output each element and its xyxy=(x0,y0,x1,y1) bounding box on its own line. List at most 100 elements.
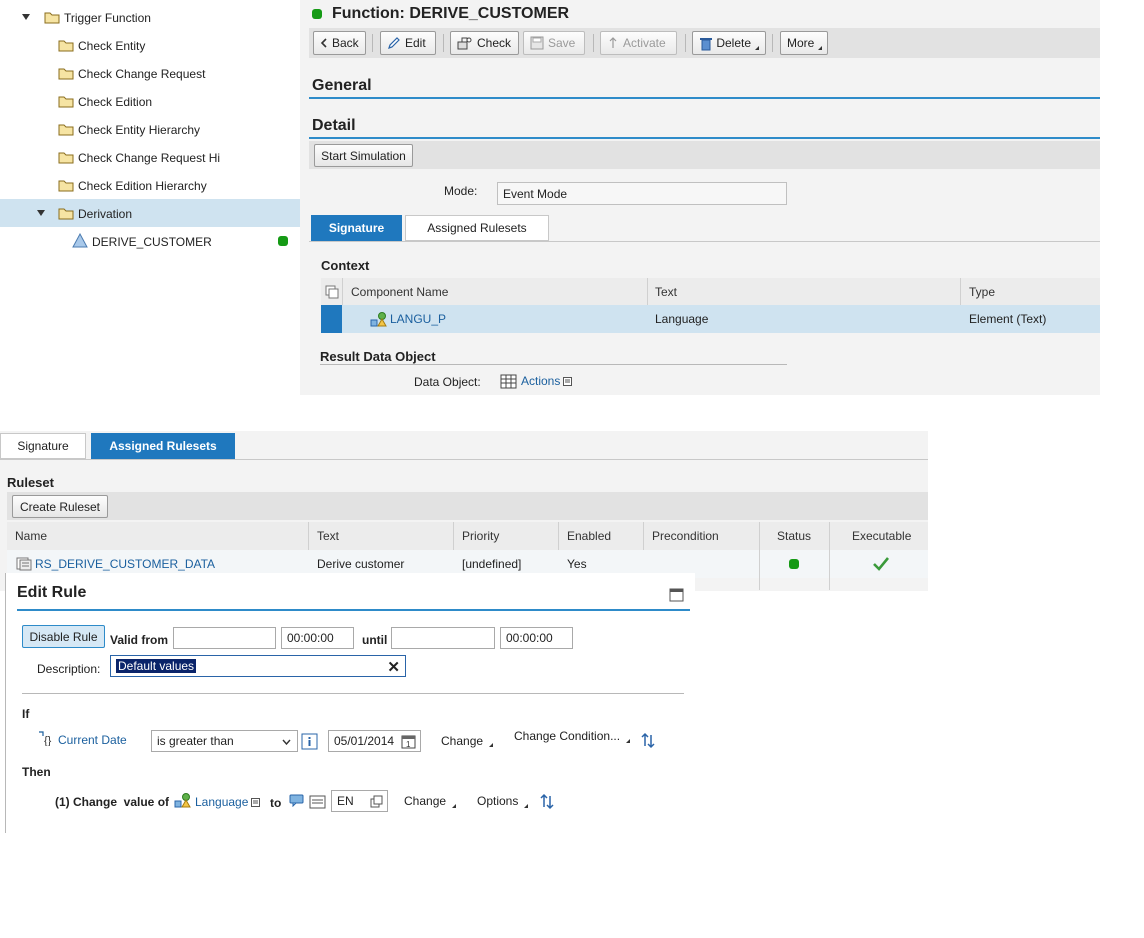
tab-signature[interactable]: Signature xyxy=(311,215,402,241)
tree-item-check-entity-hierarchy[interactable]: Check Entity Hierarchy xyxy=(0,115,300,143)
folder-icon xyxy=(58,124,74,136)
column-header-enabled[interactable]: Enabled xyxy=(559,522,611,550)
condition-date-field[interactable]: 05/01/2014 1 xyxy=(328,730,421,752)
tab-assigned-rulesets[interactable]: Assigned Rulesets xyxy=(405,215,549,241)
save-button-label: Save xyxy=(548,36,576,50)
details-menu-icon[interactable] xyxy=(563,377,573,387)
component-text-cell: Language xyxy=(655,312,709,326)
delete-button-label: Delete xyxy=(716,36,751,50)
disable-rule-button[interactable]: Disable Rule xyxy=(22,625,105,648)
expand-arrow-icon[interactable] xyxy=(22,14,30,20)
edit-button[interactable]: Edit xyxy=(380,31,436,55)
value-type-icon[interactable] xyxy=(309,795,326,809)
save-button[interactable]: Save xyxy=(523,31,585,55)
column-header-status[interactable]: Status xyxy=(769,522,811,550)
tree-item-derive-customer[interactable]: DERIVE_CUSTOMER xyxy=(0,227,300,255)
mode-field[interactable]: Event Mode xyxy=(497,182,787,205)
status-active-icon xyxy=(312,9,322,19)
tree-item-label: DERIVE_CUSTOMER xyxy=(92,235,212,249)
column-header-type[interactable]: Type xyxy=(961,278,995,305)
action-value-field[interactable]: EN xyxy=(331,790,388,812)
table-row[interactable]: LANGU_P Language Element (Text) xyxy=(321,305,1100,333)
until-time-field[interactable]: 00:00:00 xyxy=(500,627,573,649)
tree-item-label: Trigger Function xyxy=(64,11,151,25)
maximize-icon[interactable] xyxy=(669,588,684,602)
tree-item-label: Check Change Request Hi xyxy=(78,151,221,165)
data-object-label: Data Object: xyxy=(414,375,481,389)
result-data-object-title: Result Data Object xyxy=(320,349,436,364)
data-object-link[interactable]: Actions xyxy=(521,374,560,388)
action-change-menu[interactable]: Change xyxy=(404,794,446,808)
value-help-icon[interactable] xyxy=(370,795,383,808)
component-name-link[interactable]: LANGU_P xyxy=(382,305,446,333)
tree-item-check-change-request-hierarchy[interactable]: Check Change Request Hi xyxy=(0,143,300,171)
activate-button[interactable]: Activate xyxy=(600,31,677,55)
tree-item-check-edition-hierarchy[interactable]: Check Edition Hierarchy xyxy=(0,171,300,199)
action-target-link[interactable]: Language xyxy=(195,795,248,809)
column-header-name[interactable]: Name xyxy=(7,522,47,550)
dropdown-corner-icon xyxy=(489,743,493,747)
tree-item-check-entity[interactable]: Check Entity xyxy=(0,31,300,59)
description-field[interactable]: Default values ✕ xyxy=(110,655,406,677)
column-header-priority[interactable]: Priority xyxy=(454,522,499,550)
details-menu-icon[interactable] xyxy=(251,798,261,808)
info-icon[interactable] xyxy=(301,733,318,750)
change-condition-menu[interactable]: Change Condition... xyxy=(514,729,620,743)
change-condition-label: Change Condition... xyxy=(514,729,621,743)
column-header-precondition[interactable]: Precondition xyxy=(644,522,719,550)
calendar-icon[interactable]: 1 xyxy=(401,734,416,749)
detail-section-title: Detail xyxy=(312,117,356,134)
condition-field-link[interactable]: Current Date xyxy=(58,733,127,747)
valid-from-label: Valid from xyxy=(110,633,169,647)
clear-icon[interactable]: ✕ xyxy=(387,658,400,676)
column-header-executable[interactable]: Executable xyxy=(844,522,911,550)
toolbar-separator xyxy=(772,34,773,52)
column-header-text[interactable]: Text xyxy=(309,522,339,550)
column-divider xyxy=(759,522,760,550)
row-selector[interactable] xyxy=(321,305,342,333)
tab-strip-divider xyxy=(309,241,1100,242)
create-ruleset-button[interactable]: Create Ruleset xyxy=(12,495,108,518)
options-menu-label: Options xyxy=(477,794,519,808)
valid-from-date-field[interactable] xyxy=(173,627,276,649)
change-menu-label: Change xyxy=(441,734,484,748)
function-triangle-icon xyxy=(72,233,88,248)
move-updown-icon[interactable] xyxy=(640,732,656,749)
tab-signature[interactable]: Signature xyxy=(0,433,86,459)
move-updown-icon[interactable] xyxy=(539,793,555,810)
options-menu[interactable]: Options xyxy=(477,794,518,808)
dropdown-corner-icon xyxy=(524,804,528,808)
dropdown-corner-icon xyxy=(818,46,823,50)
comment-icon[interactable] xyxy=(289,794,304,807)
tree-item-trigger-function[interactable]: Trigger Function xyxy=(0,3,300,31)
until-date-field[interactable] xyxy=(391,627,495,649)
condition-date-value: 05/01/2014 xyxy=(334,734,395,748)
activate-icon xyxy=(609,37,617,48)
condition-operator-select[interactable]: is greater than xyxy=(151,730,298,752)
select-all-icon[interactable] xyxy=(325,285,339,299)
folder-icon xyxy=(58,180,74,192)
column-divider xyxy=(759,550,760,590)
dropdown-corner-icon xyxy=(755,46,759,50)
tree-item-check-change-request[interactable]: Check Change Request xyxy=(0,59,300,87)
valid-from-time-field[interactable]: 00:00:00 xyxy=(281,627,354,649)
change-menu[interactable]: Change xyxy=(441,734,483,748)
toolbar-separator xyxy=(593,34,594,52)
expand-arrow-icon[interactable] xyxy=(37,210,45,216)
tab-strip-divider xyxy=(0,459,928,460)
delete-button[interactable]: Delete xyxy=(692,31,766,55)
start-simulation-button[interactable]: Start Simulation xyxy=(314,144,413,167)
column-header-text[interactable]: Text xyxy=(647,278,677,305)
check-button[interactable]: Check xyxy=(450,31,519,55)
dialog-border xyxy=(5,573,6,833)
tab-assigned-rulesets[interactable]: Assigned Rulesets xyxy=(91,433,235,459)
column-header-component-name[interactable]: Component Name xyxy=(343,278,448,305)
context-table-header: Component Name Text Type xyxy=(321,278,1100,305)
status-active-icon xyxy=(278,236,288,246)
more-button[interactable]: More xyxy=(780,31,828,55)
tree-item-check-edition[interactable]: Check Edition xyxy=(0,87,300,115)
column-divider xyxy=(829,522,830,550)
tree-item-derivation[interactable]: Derivation xyxy=(0,199,300,227)
action-change-label: Change xyxy=(404,794,447,808)
back-button[interactable]: Back xyxy=(313,31,366,55)
